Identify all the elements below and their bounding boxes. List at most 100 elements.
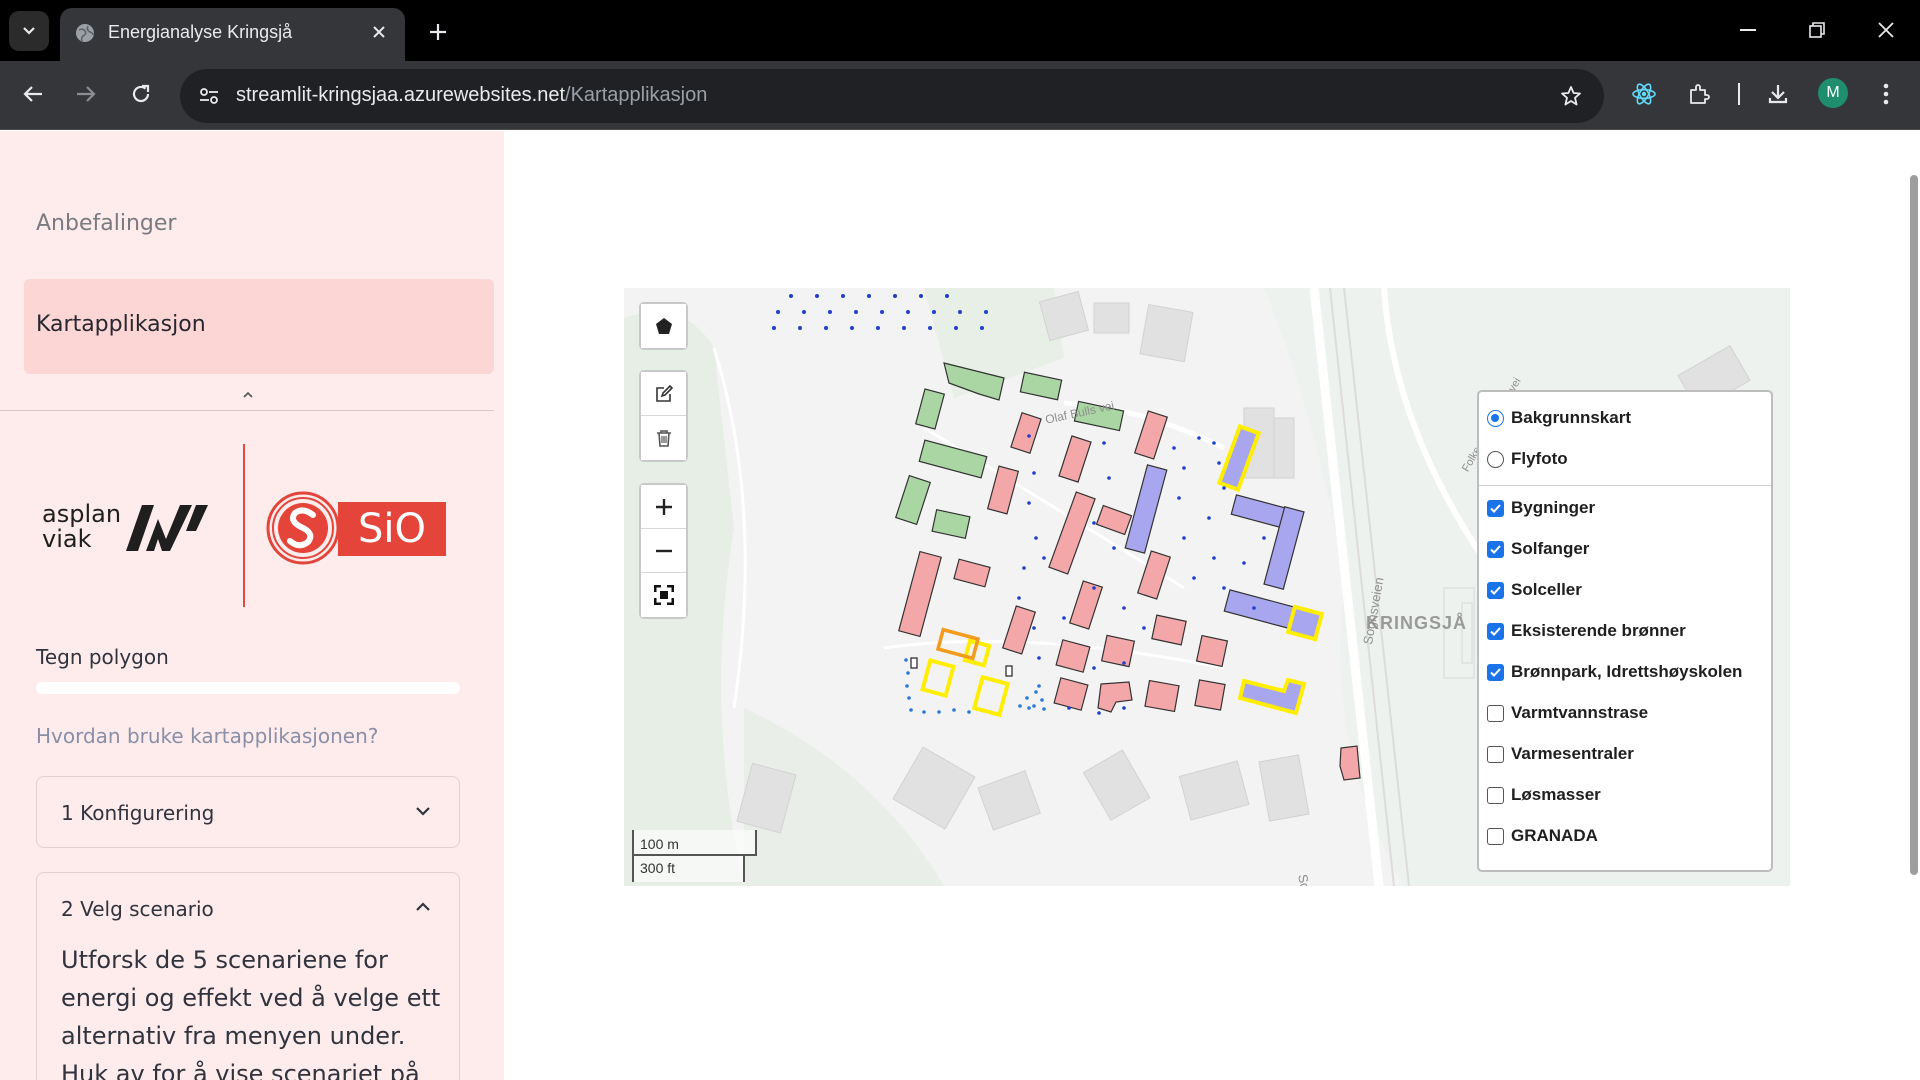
arrow-right-icon (77, 86, 96, 102)
map-container[interactable]: KRINGSJÅ Sognsveien Sogn Olaf Bulls vei … (624, 288, 1790, 886)
overlay-solfanger[interactable]: Solfanger (1487, 535, 1589, 563)
new-tab-button[interactable] (420, 14, 456, 50)
site-info-button[interactable] (192, 79, 226, 113)
edit-icon (655, 384, 673, 402)
layer-label: Bakgrunnskart (1511, 408, 1631, 427)
layer-label: Bygninger (1511, 498, 1596, 517)
base-layer-flyfoto[interactable]: Flyfoto (1487, 445, 1568, 473)
edit-layers-button[interactable] (641, 372, 686, 416)
check-icon (1490, 626, 1501, 636)
checkbox-unchecked[interactable] (1487, 704, 1504, 722)
checkbox-checked[interactable] (1487, 540, 1504, 558)
layer-label: Brønnpark, Idrettshøyskolen (1511, 662, 1743, 681)
nav-item-kartapplikasjon[interactable]: Kartapplikasjon (24, 279, 494, 374)
checkbox-checked[interactable] (1487, 499, 1504, 517)
pentagon-icon (655, 318, 672, 334)
arrow-left-icon (23, 86, 42, 102)
checkbox-checked[interactable] (1487, 622, 1504, 640)
overlay-losmasser[interactable]: Løsmasser (1487, 781, 1601, 809)
radio-unselected[interactable] (1487, 450, 1504, 468)
check-icon (1490, 503, 1501, 513)
tab-search-button[interactable] (9, 11, 49, 51)
draw-polygon-label: Tegn polygon (36, 645, 169, 669)
checkbox-unchecked[interactable] (1487, 827, 1504, 845)
star-icon (1561, 86, 1581, 106)
bookmark-button[interactable] (1556, 81, 1586, 111)
overlay-bronnpark[interactable]: Brønnpark, Idrettshøyskolen (1487, 658, 1742, 686)
overlay-varmtvannstrase[interactable]: Varmtvannstrase (1487, 699, 1648, 727)
minimize-icon (1740, 29, 1756, 31)
browser-tab[interactable]: Energianalyse Kringsjå (60, 8, 405, 61)
restore-button[interactable] (1797, 12, 1837, 48)
fullscreen-icon (653, 585, 674, 605)
overlay-eksisterende-bronner[interactable]: Eksisterende brønner (1487, 617, 1686, 645)
plus-icon (655, 498, 672, 515)
more-vertical-icon (1883, 83, 1889, 105)
chevron-up-icon[interactable] (240, 389, 256, 401)
url-text: streamlit-kringsjaa.azurewebsites.net/Ka… (236, 84, 707, 107)
logo-divider (243, 444, 245, 607)
browser-tab-bar: Energianalyse Kringsjå (0, 0, 1920, 61)
back-button[interactable] (13, 74, 53, 114)
downloads-button[interactable] (1760, 76, 1796, 112)
address-bar[interactable]: streamlit-kringsjaa.azurewebsites.net/Ka… (180, 69, 1604, 123)
check-icon (1490, 585, 1501, 595)
chevron-down-icon (416, 807, 430, 816)
plus-icon (430, 24, 446, 40)
checkbox-unchecked[interactable] (1487, 745, 1504, 763)
forward-button[interactable] (66, 74, 106, 114)
close-window-button[interactable] (1866, 12, 1906, 48)
radio-selected[interactable] (1487, 409, 1504, 427)
overlay-solceller[interactable]: Solceller (1487, 576, 1582, 604)
layer-label: Varmtvannstrase (1511, 703, 1649, 722)
layer-label: GRANADA (1511, 826, 1598, 845)
profile-avatar[interactable]: M (1818, 78, 1848, 108)
layer-label: Flyfoto (1511, 449, 1568, 468)
base-layer-bakgrunnskart[interactable]: Bakgrunnskart (1487, 404, 1631, 432)
expander-konfigurering[interactable]: 1 Konfigurering (36, 776, 460, 848)
sidebar-divider (0, 410, 494, 411)
delete-layers-button[interactable] (641, 416, 686, 460)
expander-velg-scenario[interactable]: 2 Velg scenario Utforsk de 5 scenariene … (36, 872, 460, 1080)
overlay-varmesentraler[interactable]: Varmesentraler (1487, 740, 1634, 768)
checkbox-checked[interactable] (1487, 581, 1504, 599)
layer-label: Varmesentraler (1511, 744, 1634, 763)
draw-polygon-bar (36, 682, 460, 694)
sio-logo-mark (266, 491, 340, 565)
browser-toolbar: streamlit-kringsjaa.azurewebsites.net/Ka… (0, 61, 1920, 130)
layer-control: Bakgrunnskart Flyfoto Bygninger Solfange… (1477, 390, 1773, 872)
extensions-button[interactable] (1681, 76, 1717, 112)
asplan-viak-logo-text: asplan viak (42, 500, 122, 553)
close-icon (373, 26, 385, 38)
reload-button[interactable] (121, 74, 161, 114)
close-tab-button[interactable] (365, 18, 393, 46)
close-icon (1878, 22, 1894, 38)
zoom-out-button[interactable] (641, 529, 686, 573)
minimize-button[interactable] (1728, 12, 1768, 48)
place-label-kringsja: KRINGSJÅ (1366, 613, 1468, 633)
expander-title: 2 Velg scenario (61, 897, 214, 921)
sio-logo-text: SiO (338, 502, 446, 556)
chevron-up-icon (416, 902, 430, 911)
layer-separator (1479, 485, 1771, 486)
chevron-down-icon (23, 27, 35, 35)
fullscreen-button[interactable] (641, 573, 686, 617)
react-icon (1632, 83, 1656, 105)
checkbox-unchecked[interactable] (1487, 786, 1504, 804)
draw-polygon-button[interactable] (641, 304, 686, 348)
url-host: streamlit-kringsjaa.azurewebsites.net (236, 84, 566, 106)
globe-icon (76, 24, 94, 42)
overlay-granada[interactable]: GRANADA (1487, 822, 1598, 850)
page-scrollbar[interactable] (1910, 175, 1918, 875)
sidebar: Anbefalinger Kartapplikasjon asplan viak… (0, 131, 504, 1080)
edit-toolbar (639, 370, 688, 462)
zoom-in-button[interactable] (641, 485, 686, 529)
minus-icon (655, 549, 672, 552)
restore-icon (1809, 22, 1825, 38)
nav-item-anbefalinger[interactable]: Anbefalinger (36, 211, 176, 236)
browser-menu-button[interactable] (1868, 76, 1904, 112)
overlay-bygninger[interactable]: Bygninger (1487, 494, 1595, 522)
howto-link[interactable]: Hvordan bruke kartapplikasjonen? (36, 724, 378, 748)
checkbox-checked[interactable] (1487, 663, 1504, 681)
react-devtools-extension-button[interactable] (1626, 76, 1662, 112)
